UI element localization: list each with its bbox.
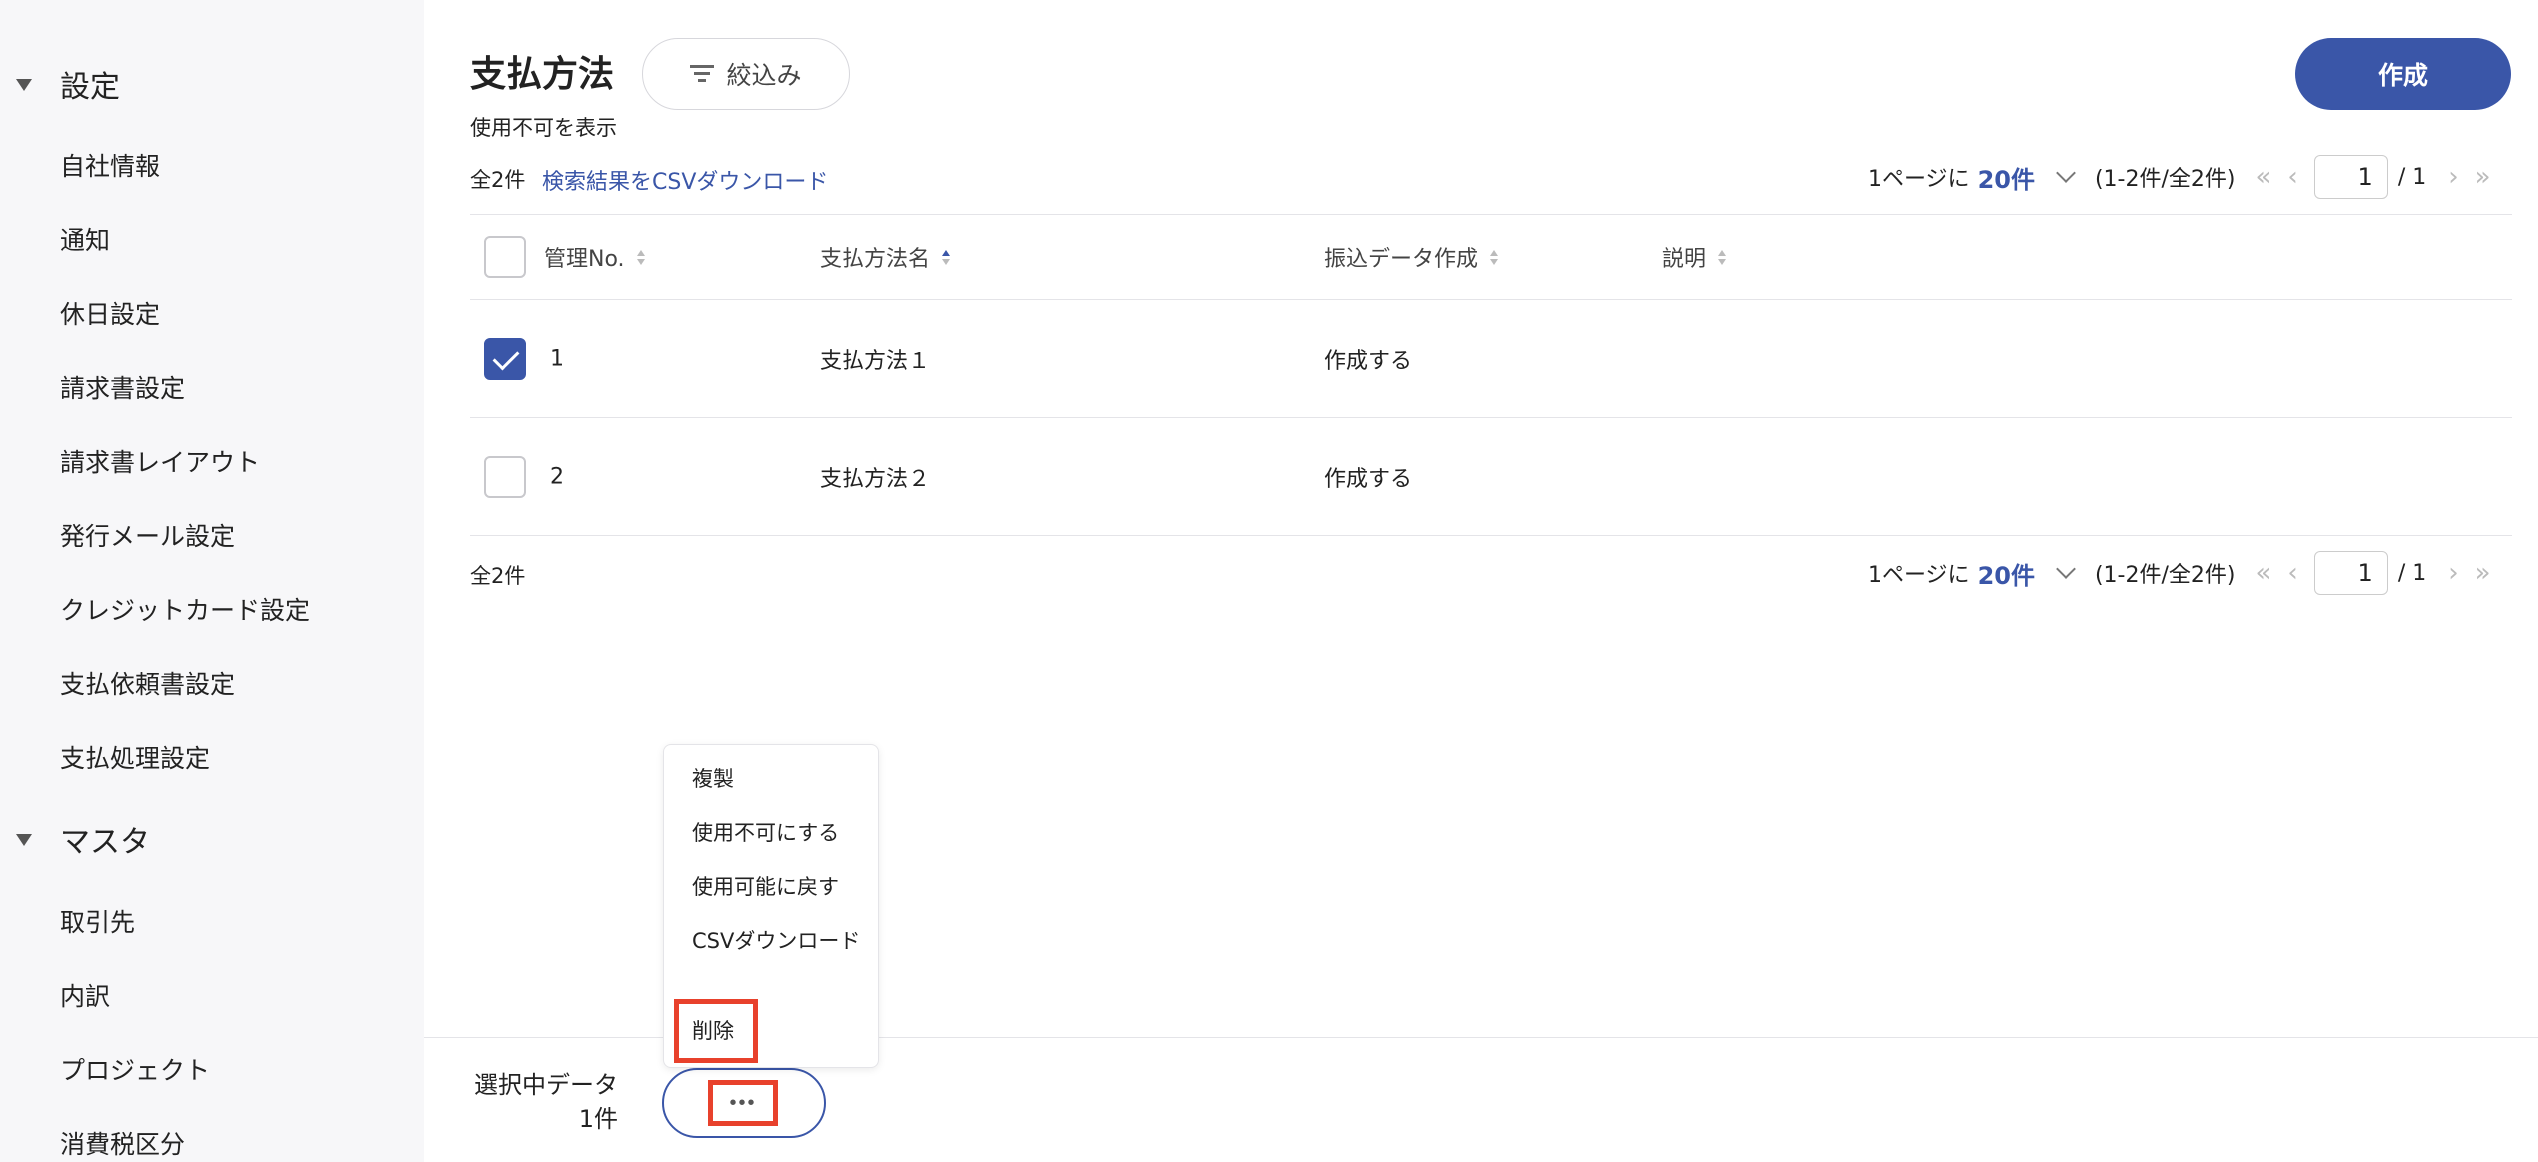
more-actions-button[interactable]: •••	[662, 1068, 826, 1138]
sidebar-item-invoice-settings[interactable]: 請求書設定	[60, 372, 185, 406]
prev-page-icon[interactable]: ‹	[2287, 558, 2297, 588]
payment-methods-table: 管理No. 支払方法名 振込データ作成 説明 1 支払方法１ 作成する 2 支払…	[470, 214, 2512, 536]
prev-page-icon[interactable]: ‹	[2287, 162, 2297, 192]
sidebar-item-payment-request[interactable]: 支払依頼書設定	[60, 668, 235, 702]
create-button[interactable]: 作成	[2295, 38, 2511, 110]
row-checkbox[interactable]	[484, 455, 526, 498]
next-page-icon[interactable]: ›	[2448, 558, 2458, 588]
per-page-value[interactable]: 20件	[1978, 556, 2035, 591]
next-page-icon[interactable]: ›	[2448, 162, 2458, 192]
column-header-label: 管理No.	[544, 247, 625, 272]
menu-item-disable[interactable]: 使用不可にする	[692, 817, 862, 849]
cell-no: 2	[550, 464, 564, 489]
menu-item-enable[interactable]: 使用可能に戻す	[692, 871, 862, 903]
caret-down-icon	[16, 79, 32, 91]
last-page-icon[interactable]: »	[2475, 162, 2491, 192]
show-disabled-toggle[interactable]: 使用不可を表示	[470, 112, 617, 142]
menu-item-csv-download[interactable]: CSVダウンロード	[692, 925, 862, 957]
chevron-down-icon[interactable]	[2056, 559, 2076, 579]
column-header-transfer[interactable]: 振込データ作成	[1324, 241, 1499, 273]
sidebar-item-tax-category[interactable]: 消費税区分	[60, 1128, 185, 1162]
column-header-label: 振込データ作成	[1324, 247, 1479, 272]
sort-icon	[636, 249, 645, 265]
table-row[interactable]: 2 支払方法２ 作成する	[470, 418, 2512, 536]
chevron-down-icon[interactable]	[2056, 163, 2076, 183]
first-page-icon[interactable]: «	[2255, 558, 2271, 588]
selected-data-label: 選択中データ 1件	[468, 1068, 618, 1136]
caret-down-icon	[16, 834, 32, 846]
sort-asc-icon	[942, 249, 951, 265]
select-all-checkbox[interactable]	[484, 236, 526, 278]
cell-no: 1	[550, 346, 564, 371]
sidebar-item-mail-settings[interactable]: 発行メール設定	[60, 520, 235, 554]
csv-download-link[interactable]: 検索結果をCSVダウンロード	[542, 164, 828, 196]
sidebar-item-projects[interactable]: プロジェクト	[60, 1054, 210, 1088]
last-page-icon[interactable]: »	[2475, 558, 2491, 588]
page-number-input[interactable]	[2313, 155, 2388, 199]
sidebar-section-label: マスタ	[60, 825, 150, 860]
table-row[interactable]: 1 支払方法１ 作成する	[470, 300, 2512, 418]
cell-transfer: 作成する	[1324, 348, 1413, 374]
sidebar-item-invoice-layout[interactable]: 請求書レイアウト	[60, 446, 260, 480]
column-header-description[interactable]: 説明	[1662, 241, 1727, 273]
pagination-range: (1-2件/全2件)	[2094, 167, 2236, 192]
cell-transfer: 作成する	[1324, 466, 1413, 492]
per-page-value[interactable]: 20件	[1978, 160, 2035, 195]
menu-item-duplicate[interactable]: 複製	[692, 763, 862, 795]
filter-button-label: 絞込み	[726, 62, 802, 90]
filter-icon	[690, 65, 715, 83]
page-title: 支払方法	[470, 54, 615, 95]
row-checkbox[interactable]	[484, 337, 526, 380]
sort-icon	[1490, 249, 1499, 265]
sidebar: 設定 自社情報 通知 休日設定 請求書設定 請求書レイアウト 発行メール設定 ク…	[0, 0, 424, 1162]
filter-button[interactable]: 絞込み	[642, 38, 850, 110]
cell-name: 支払方法２	[820, 466, 931, 492]
pagination-bottom: 1ページに 20件 (1-2件/全2件) « ‹ / 1 › »	[1868, 550, 2507, 596]
more-dots-icon: •••	[708, 1080, 778, 1126]
sidebar-section-master[interactable]: マスタ	[16, 817, 150, 861]
page-number-input[interactable]	[2313, 551, 2388, 595]
sidebar-item-credit-card[interactable]: クレジットカード設定	[60, 594, 310, 628]
menu-item-delete[interactable]: 削除	[674, 999, 758, 1063]
selected-data-title: 選択中データ	[474, 1071, 618, 1099]
column-header-label: 説明	[1662, 247, 1707, 272]
sidebar-item-payment-processing[interactable]: 支払処理設定	[60, 742, 210, 776]
table-header-row: 管理No. 支払方法名 振込データ作成 説明	[470, 214, 2512, 300]
sidebar-item-notifications[interactable]: 通知	[60, 224, 110, 258]
column-header-label: 支払方法名	[820, 247, 931, 272]
sidebar-item-clients[interactable]: 取引先	[60, 906, 135, 940]
first-page-icon[interactable]: «	[2255, 162, 2271, 192]
sort-icon	[1718, 249, 1727, 265]
total-count: 全2件	[470, 168, 526, 192]
sidebar-item-company-info[interactable]: 自社情報	[60, 150, 160, 184]
pagination-range: (1-2件/全2件)	[2094, 563, 2236, 588]
sidebar-item-breakdown[interactable]: 内訳	[60, 980, 110, 1014]
sidebar-section-label: 設定	[60, 70, 120, 105]
total-count-bottom: 全2件	[470, 564, 526, 588]
per-page-label: 1ページに	[1868, 167, 1970, 192]
column-header-name[interactable]: 支払方法名	[820, 241, 951, 273]
sidebar-item-holidays[interactable]: 休日設定	[60, 298, 160, 332]
pagination-top: 1ページに 20件 (1-2件/全2件) « ‹ / 1 › »	[1868, 154, 2507, 200]
cell-name: 支払方法１	[820, 348, 931, 374]
column-header-no[interactable]: 管理No.	[544, 241, 645, 273]
total-pages: / 1	[2397, 164, 2427, 190]
per-page-label: 1ページに	[1868, 563, 1970, 588]
total-pages: / 1	[2397, 560, 2427, 586]
actions-menu: 複製 使用不可にする 使用可能に戻す CSVダウンロード 削除	[663, 744, 879, 1068]
selected-data-count: 1件	[578, 1105, 618, 1133]
sidebar-section-settings[interactable]: 設定	[16, 62, 120, 106]
app: 設定 自社情報 通知 休日設定 請求書設定 請求書レイアウト 発行メール設定 ク…	[0, 0, 2538, 1162]
menu-item-delete-label: 削除	[692, 1019, 734, 1043]
